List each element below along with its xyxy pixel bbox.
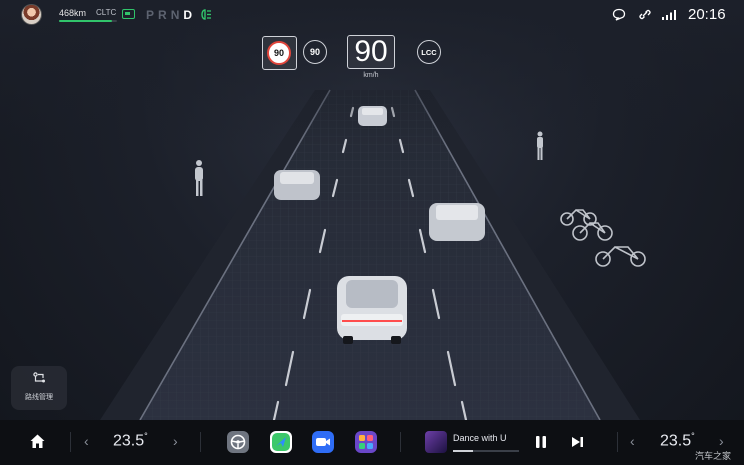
gear-r: R	[158, 8, 171, 22]
video-camera-icon	[316, 438, 330, 446]
route-management-label: 路线管理	[25, 394, 53, 401]
steering-wheel-icon	[230, 434, 246, 450]
vehicle-left-lane	[274, 170, 320, 200]
left-temp-up-icon[interactable]: ›	[173, 433, 178, 449]
dock-separator	[400, 432, 401, 452]
song-title: Dance with U	[453, 433, 507, 443]
cruise-speed[interactable]: 90	[303, 40, 327, 64]
album-art[interactable]	[425, 431, 447, 453]
bottom-dock: ‹ 23.5° › Dance with U ‹ 23.5° › 汽车之家	[0, 420, 744, 465]
gear-d: D	[183, 8, 197, 22]
user-avatar[interactable]	[21, 4, 42, 25]
message-icon[interactable]	[612, 8, 626, 21]
left-temp-down-icon[interactable]: ‹	[84, 433, 89, 449]
range-standard: CLTC	[96, 8, 117, 17]
screen: 468km CLTC PRND 20:16 90 90 90 km/h LCC …	[0, 0, 744, 465]
status-bar: 468km CLTC PRND 20:16	[0, 0, 744, 32]
right-temp-value: 23.5	[660, 432, 692, 450]
range-value: 468km	[59, 8, 87, 18]
left-temp-unit: °	[144, 431, 148, 441]
home-icon[interactable]	[29, 433, 46, 450]
speed-unit: km/h	[363, 72, 379, 79]
vehicle-right-lane	[429, 203, 485, 241]
battery-icon	[122, 9, 135, 19]
song-progress-bar[interactable]	[453, 450, 519, 452]
lcc-status[interactable]: LCC	[417, 40, 441, 64]
right-temp-down-icon[interactable]: ‹	[630, 433, 635, 449]
range-bar	[59, 20, 117, 22]
headlight-icon	[201, 9, 211, 20]
navigation-icon	[272, 433, 290, 451]
next-track-icon[interactable]	[571, 436, 584, 448]
vehicle-ahead-far	[358, 106, 387, 126]
route-icon	[33, 372, 45, 383]
right-temp-up-icon[interactable]: ›	[719, 433, 724, 449]
ego-vehicle	[337, 276, 407, 344]
apps-icon	[359, 435, 373, 449]
right-temp-unit: °	[691, 431, 695, 441]
dock-separator	[70, 432, 71, 452]
clock: 20:16	[688, 6, 726, 23]
gear-selector: PRND	[146, 8, 196, 22]
pause-icon[interactable]	[535, 435, 547, 449]
signal-icon	[662, 10, 676, 20]
left-temp-value: 23.5	[113, 432, 145, 450]
route-management-button[interactable]: 路线管理	[11, 366, 67, 410]
navigation-app-icon[interactable]	[270, 431, 292, 453]
video-call-app-icon[interactable]	[312, 431, 334, 453]
link-icon[interactable]	[638, 8, 652, 21]
app-grid-icon[interactable]	[355, 431, 377, 453]
right-temperature[interactable]: 23.5°	[660, 431, 695, 450]
left-temperature[interactable]: 23.5°	[113, 431, 148, 450]
range-bar-fill	[59, 20, 113, 22]
gear-n: N	[170, 8, 184, 22]
gear-p: P	[146, 8, 159, 22]
song-progress-fill	[453, 450, 473, 452]
speed-limit-value: 90	[267, 41, 291, 65]
watermark: 汽车之家	[695, 451, 732, 461]
speed-limit-sign: 90	[262, 36, 297, 70]
steering-app-icon[interactable]	[227, 431, 249, 453]
dock-separator	[617, 432, 618, 452]
current-speed: 90	[347, 35, 395, 69]
dock-separator	[200, 432, 201, 452]
